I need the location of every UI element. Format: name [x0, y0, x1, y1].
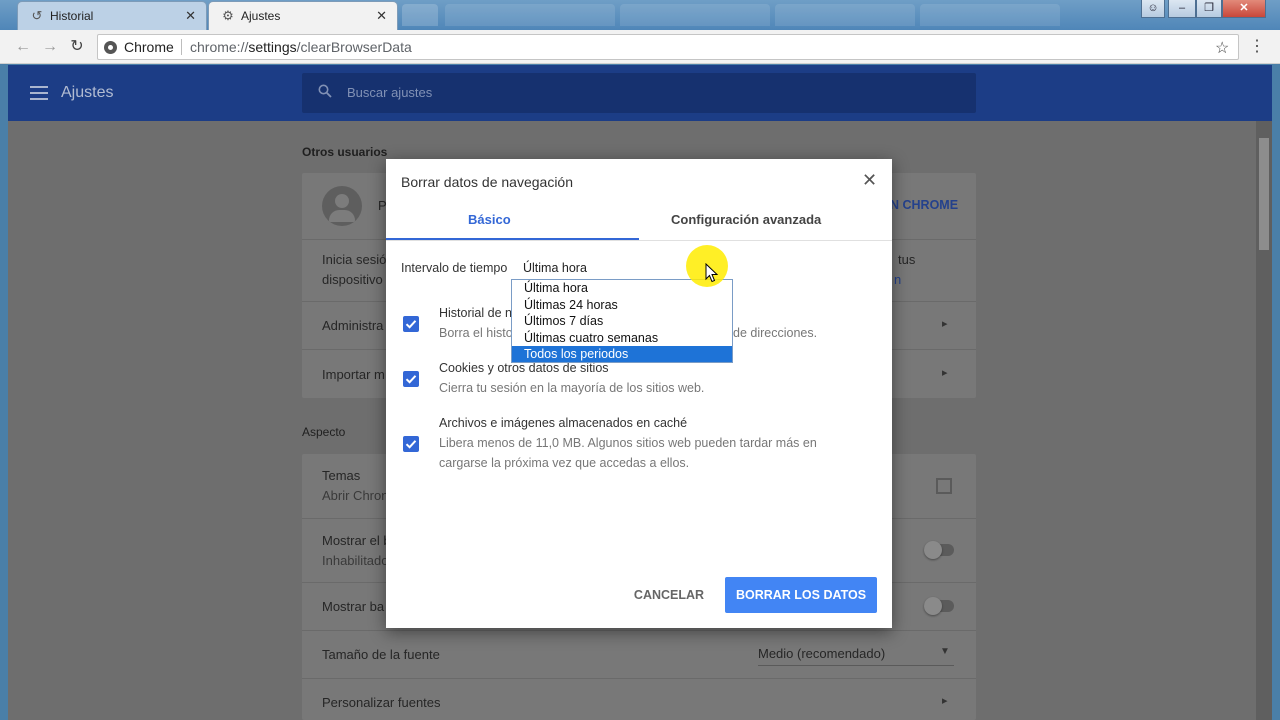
- window-close-button[interactable]: ✕: [1222, 0, 1266, 18]
- tab-ajustes[interactable]: ⚙ Ajustes ✕: [208, 1, 398, 30]
- signin-text: dispositivo: [322, 272, 383, 287]
- history-title: Historial de n: [439, 306, 512, 320]
- option-last-four-weeks[interactable]: Últimas cuatro semanas: [512, 330, 732, 346]
- option-all-time[interactable]: Todos los periodos: [512, 346, 732, 362]
- check-icon: [405, 375, 417, 384]
- background-tab[interactable]: [775, 4, 915, 26]
- clear-data-button[interactable]: BORRAR LOS DATOS: [725, 577, 877, 613]
- history-icon: ↺: [31, 8, 43, 23]
- history-desc: Borra el histo: [439, 326, 513, 340]
- cookies-title: Cookies y otros datos de sitios: [439, 361, 609, 375]
- option-last-7-days[interactable]: Últimos 7 días: [512, 313, 732, 329]
- reload-icon[interactable]: ↻: [66, 36, 88, 58]
- chevron-right-icon: ▸: [942, 318, 948, 330]
- chrome-icon: [104, 40, 117, 54]
- hamburger-menu-icon[interactable]: [30, 86, 48, 100]
- dialog-title: Borrar datos de navegación: [401, 174, 573, 190]
- divider: [302, 678, 976, 679]
- close-tab-icon[interactable]: ✕: [376, 9, 387, 23]
- time-range-select[interactable]: Última hora: [523, 261, 587, 275]
- cookies-desc: Cierra tu sesión en la mayoría de los si…: [439, 381, 705, 395]
- font-size-label: Tamaño de la fuente: [322, 647, 440, 662]
- menu-kebab-icon[interactable]: ⋮: [1246, 36, 1268, 58]
- settings-title: Ajustes: [61, 84, 114, 101]
- background-tab[interactable]: [445, 4, 615, 26]
- tab-label: Historial: [50, 9, 94, 23]
- custom-fonts-row[interactable]: Personalizar fuentes: [322, 695, 441, 710]
- back-icon[interactable]: ←: [12, 36, 34, 58]
- search-settings-input[interactable]: Buscar ajustes: [302, 73, 976, 113]
- bookmark-star-icon[interactable]: ☆: [1215, 38, 1229, 58]
- background-tab[interactable]: [920, 4, 1060, 26]
- font-size-select[interactable]: Medio (recomendado) ▼: [758, 640, 954, 666]
- background-tab[interactable]: [620, 4, 770, 26]
- address-bar[interactable]: Chrome chrome://settings/clearBrowserDat…: [97, 34, 1239, 60]
- chevron-right-icon: ▸: [942, 367, 948, 379]
- signin-link-tail[interactable]: n: [894, 272, 901, 287]
- forward-icon[interactable]: →: [39, 36, 61, 58]
- site-chip[interactable]: Chrome: [104, 39, 174, 55]
- user-icon[interactable]: ☺: [1141, 0, 1165, 18]
- font-size-value: Medio (recomendado): [758, 646, 886, 661]
- cookies-checkbox[interactable]: [403, 371, 419, 387]
- external-link-icon[interactable]: [936, 478, 952, 494]
- url-host: settings: [248, 39, 297, 55]
- tab-label: Ajustes: [241, 9, 281, 23]
- section-appearance-label: Aspecto: [302, 425, 346, 439]
- themes-title: Temas: [322, 468, 361, 483]
- history-desc-tail: de direcciones.: [733, 326, 818, 340]
- tab-historial[interactable]: ↺ Historial ✕: [17, 1, 207, 30]
- minimize-button[interactable]: –: [1168, 0, 1196, 18]
- tab-basic[interactable]: Básico: [468, 212, 511, 227]
- option-last-24-hours[interactable]: Últimas 24 horas: [512, 297, 732, 313]
- divider: [181, 39, 182, 55]
- toolbar: ← → ↻ Chrome chrome://settings/clearBrow…: [0, 30, 1280, 64]
- themes-sub: Abrir Chron: [322, 488, 389, 503]
- mouse-cursor-icon: [705, 263, 719, 283]
- cache-title: Archivos e imágenes almacenados en caché: [439, 416, 688, 430]
- gear-icon: ⚙: [222, 8, 234, 23]
- dropdown-arrow-icon: ▼: [940, 646, 950, 657]
- import-row[interactable]: Importar m: [322, 367, 385, 382]
- time-range-dropdown[interactable]: Última hora Últimas 24 horas Últimos 7 d…: [511, 279, 733, 363]
- chevron-right-icon: ▸: [942, 695, 948, 707]
- tab-advanced[interactable]: Configuración avanzada: [671, 212, 821, 227]
- divider: [386, 240, 892, 241]
- home-button-toggle[interactable]: [924, 541, 954, 559]
- divider: [302, 630, 976, 631]
- url-path: /clearBrowserData: [296, 39, 412, 55]
- search-icon: [318, 84, 332, 98]
- home-button-title: Mostrar el b: [322, 533, 391, 548]
- scrollbar-thumb[interactable]: [1259, 138, 1269, 250]
- bookmarks-bar-title: Mostrar ba: [322, 599, 385, 614]
- avatar: [322, 186, 362, 226]
- cache-checkbox[interactable]: [403, 436, 419, 452]
- cache-desc: Libera menos de 11,0 MB. Algunos sitios …: [439, 436, 817, 470]
- bookmarks-bar-toggle[interactable]: [924, 597, 954, 615]
- signin-chrome-link[interactable]: N CHROME: [890, 198, 958, 212]
- home-button-sub: Inhabilitado: [322, 553, 389, 568]
- search-placeholder: Buscar ajustes: [347, 85, 433, 100]
- url-scheme: chrome://: [190, 39, 249, 55]
- time-range-label: Intervalo de tiempo: [401, 261, 508, 275]
- section-people-label: Otros usuarios: [302, 145, 388, 159]
- signin-text-tail: tus: [898, 252, 916, 267]
- manage-people-row[interactable]: Administra: [322, 318, 383, 333]
- new-tab-button[interactable]: [402, 4, 438, 26]
- site-chip-label: Chrome: [124, 39, 174, 55]
- close-tab-icon[interactable]: ✕: [185, 9, 196, 23]
- signin-text: Inicia sesió: [322, 252, 387, 267]
- clear-browsing-data-dialog: Borrar datos de navegación ✕ Básico Conf…: [386, 159, 892, 628]
- cancel-button[interactable]: CANCELAR: [624, 578, 714, 612]
- url-text[interactable]: chrome://settings/clearBrowserData: [190, 39, 412, 55]
- close-icon[interactable]: ✕: [862, 170, 877, 190]
- check-icon: [405, 440, 417, 449]
- check-icon: [405, 320, 417, 329]
- restore-button[interactable]: ❐: [1196, 0, 1222, 18]
- history-checkbox[interactable]: [403, 316, 419, 332]
